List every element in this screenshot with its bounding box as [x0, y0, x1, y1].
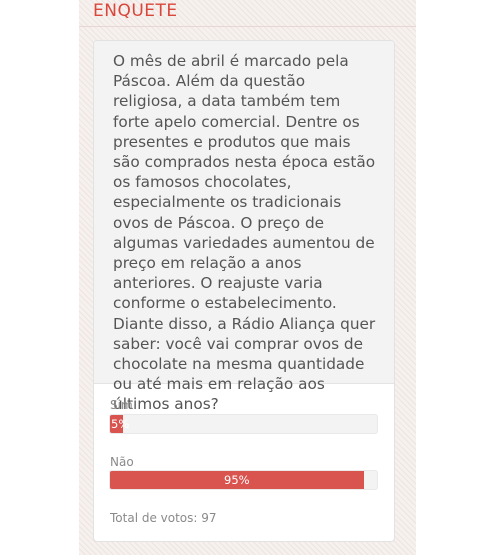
poll-question: O mês de abril é marcado pela Páscoa. Al… [113, 52, 376, 414]
option-label-nao: Não [110, 455, 134, 469]
section-title: ENQUETE [93, 1, 178, 21]
option-fill-sim: 5% [110, 415, 129, 433]
title-divider [79, 26, 416, 27]
option-bar-sim[interactable]: 5% [109, 414, 378, 434]
total-votes: Total de votos: 97 [110, 511, 217, 525]
poll-panel: ENQUETE O mês de abril é marcado pela Pá… [79, 0, 416, 555]
question-box: O mês de abril é marcado pela Páscoa. Al… [94, 41, 394, 413]
option-percent-nao: 95% [224, 473, 250, 487]
option-fill-nao: 95% [110, 471, 364, 489]
poll-card: O mês de abril é marcado pela Páscoa. Al… [93, 40, 395, 542]
option-label-sim: Sim [110, 398, 133, 412]
option-bar-nao[interactable]: 95% [109, 470, 378, 490]
option-percent-sim: 5% [111, 417, 130, 431]
